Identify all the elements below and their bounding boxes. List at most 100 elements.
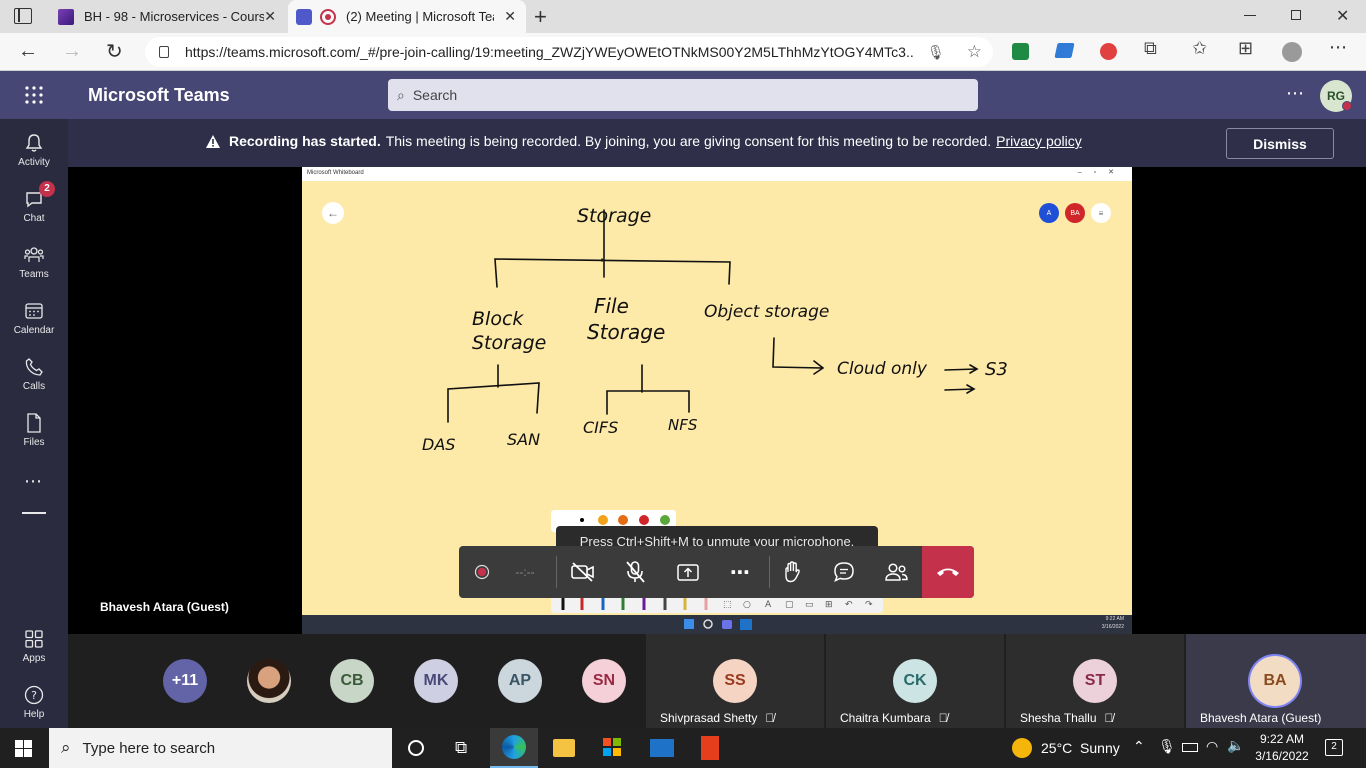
- file-icon: [27, 413, 41, 433]
- office-icon[interactable]: [701, 736, 719, 760]
- recording-indicator: [469, 546, 495, 598]
- shared-time: 9:22 AM: [1105, 616, 1124, 622]
- teams-tab-icon: [296, 8, 312, 25]
- tray-chevron-icon[interactable]: ⌃: [1133, 738, 1145, 755]
- more-options-icon[interactable]: ⋯: [1286, 83, 1304, 104]
- task-view-icon[interactable]: ⧉: [455, 738, 467, 758]
- rail-item-files[interactable]: Files: [0, 403, 68, 459]
- participant-tile-ck[interactable]: CK Chaitra Kumbara 🎙̸: [826, 634, 1004, 728]
- raise-hand-button[interactable]: [772, 546, 812, 598]
- extension-green-icon[interactable]: [1012, 43, 1029, 60]
- favorites-icon[interactable]: ✩: [1192, 38, 1207, 59]
- back-icon[interactable]: ←: [18, 40, 38, 63]
- volume-icon[interactable]: 🔈: [1227, 737, 1244, 754]
- share-content-button[interactable]: [668, 546, 708, 598]
- overflow-participants-button[interactable]: +11: [163, 659, 207, 703]
- participant-avatar-mk[interactable]: MK: [414, 659, 458, 703]
- rail-item-calls[interactable]: Calls: [0, 347, 68, 403]
- taskbar-search-icon: ⌕: [61, 738, 71, 757]
- participant-tile-st[interactable]: ST Shesha Thallu 🎙̸: [1006, 634, 1184, 728]
- tab-title: BH - 98 - Microservices - Course: [84, 9, 264, 24]
- privacy-policy-link[interactable]: Privacy policy: [996, 133, 1082, 149]
- sketch-s3: S3: [985, 359, 1008, 380]
- participant-name: Bhavesh Atara (Guest): [1200, 711, 1322, 725]
- tab-actions-icon[interactable]: [14, 8, 32, 24]
- participant-tile-ss[interactable]: SS Shivprasad Shetty 🎙̸: [646, 634, 824, 728]
- rail-more-icon[interactable]: ⋯: [24, 471, 42, 492]
- teams-icon: [24, 247, 44, 262]
- svg-text:▢: ▢: [785, 600, 794, 610]
- avatar-initials: SS: [724, 672, 746, 689]
- avatar-initials: MK: [423, 672, 449, 689]
- wifi-icon[interactable]: ◠: [1206, 738, 1218, 755]
- avatar-initials: CK: [903, 672, 927, 689]
- rail-item-help[interactable]: ? Help: [0, 675, 68, 731]
- banner-text: This meeting is being recorded. By joini…: [385, 133, 992, 149]
- new-tab-icon[interactable]: +: [534, 4, 547, 30]
- extension-blue-icon[interactable]: [1054, 43, 1075, 58]
- rail-item-chat[interactable]: Chat 2: [0, 179, 68, 235]
- participant-name: Chaitra Kumbara: [840, 711, 931, 725]
- rail-item-calendar[interactable]: Calendar: [0, 291, 68, 347]
- favorite-add-icon[interactable]: ☆: [967, 42, 982, 62]
- muted-icon: 🎙̸: [765, 711, 775, 725]
- participant-avatar-ap[interactable]: AP: [498, 659, 542, 703]
- camera-toggle-button[interactable]: [563, 546, 603, 598]
- minimize-icon[interactable]: [1244, 15, 1256, 16]
- participant-tile-ba[interactable]: BA Bhavesh Atara (Guest): [1186, 634, 1366, 728]
- close-tab-icon[interactable]: ✕: [504, 8, 516, 25]
- clock[interactable]: 9:22 AM 3/16/2022: [1252, 731, 1312, 765]
- mail-icon[interactable]: [650, 739, 674, 757]
- profile-icon[interactable]: [1282, 42, 1302, 62]
- browser-toolbar: ← → ↻ https://teams.microsoft.com/_#/pre…: [0, 33, 1366, 71]
- browser-tab-course[interactable]: BH - 98 - Microservices - Course ✕: [48, 0, 286, 33]
- edge-taskbar-icon[interactable]: [490, 728, 538, 768]
- tray-mic-icon[interactable]: 🎙: [1158, 738, 1176, 755]
- weather-text[interactable]: 25°C Sunny: [1041, 740, 1120, 756]
- collections-icon[interactable]: ⊞: [1238, 38, 1253, 59]
- refresh-icon[interactable]: ↻: [106, 39, 123, 64]
- rail-label: Files: [23, 437, 45, 448]
- notification-count: 2: [1331, 741, 1337, 752]
- browser-tab-meeting[interactable]: (2) Meeting | Microsoft Tear ✕: [288, 0, 526, 33]
- browser-tab-strip: BH - 98 - Microservices - Course ✕ (2) M…: [0, 0, 1366, 33]
- mic-off-icon: [626, 561, 645, 583]
- muted-icon: 🎙̸: [1104, 711, 1114, 725]
- close-window-icon[interactable]: ✕: [1336, 6, 1349, 26]
- rail-label: Help: [23, 709, 45, 720]
- address-bar[interactable]: https://teams.microsoft.com/_#/pre-join-…: [145, 37, 993, 67]
- mic-address-icon[interactable]: 🎙: [927, 44, 945, 61]
- cortana-icon[interactable]: [408, 740, 424, 756]
- svg-text:▭: ▭: [805, 600, 814, 610]
- participant-photo-avatar[interactable]: [247, 659, 291, 703]
- clock-date: 3/16/2022: [1255, 749, 1309, 763]
- windows-start-icon[interactable]: [15, 740, 32, 757]
- extensions-icon[interactable]: ⧉: [1144, 38, 1157, 59]
- rail-item-teams[interactable]: Teams: [0, 235, 68, 291]
- more-actions-button[interactable]: ⋯: [720, 546, 760, 598]
- file-explorer-icon[interactable]: [553, 739, 575, 757]
- browser-menu-icon[interactable]: ⋯: [1329, 37, 1347, 58]
- chat-button[interactable]: [824, 546, 864, 598]
- participants-button[interactable]: [876, 546, 916, 598]
- forward-icon[interactable]: →: [62, 40, 82, 63]
- participant-avatar-sn[interactable]: SN: [582, 659, 626, 703]
- app-launcher-icon[interactable]: [24, 85, 44, 105]
- participant-avatar-cb[interactable]: CB: [330, 659, 374, 703]
- notifications-icon[interactable]: 2: [1325, 739, 1343, 756]
- search-input[interactable]: ⌕ Search: [388, 79, 978, 111]
- rail-item-activity[interactable]: Activity: [0, 123, 68, 179]
- restore-icon[interactable]: [1291, 10, 1301, 20]
- battery-icon[interactable]: [1182, 743, 1198, 752]
- extension-red-icon[interactable]: [1100, 43, 1117, 60]
- calendar-icon: [25, 303, 43, 319]
- rail-label: Chat: [23, 213, 45, 224]
- mic-toggle-button[interactable]: [615, 546, 655, 598]
- rail-item-apps[interactable]: Apps: [0, 619, 68, 675]
- course-tab-icon: [58, 8, 74, 25]
- dismiss-button[interactable]: Dismiss: [1226, 128, 1334, 159]
- taskbar-search-input[interactable]: ⌕ Type here to search: [49, 728, 392, 768]
- leave-call-button[interactable]: [922, 546, 974, 598]
- store-icon[interactable]: [602, 737, 622, 757]
- close-tab-icon[interactable]: ✕: [264, 8, 276, 25]
